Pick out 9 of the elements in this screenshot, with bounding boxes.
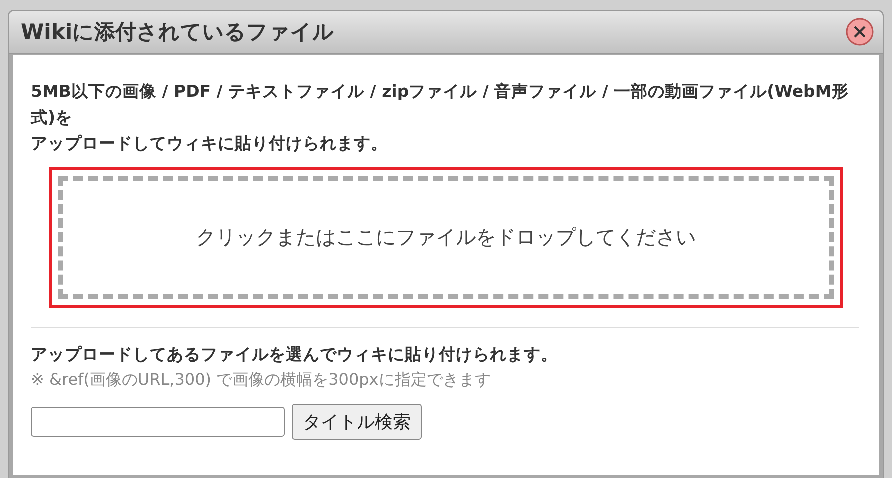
search-field[interactable] — [31, 407, 285, 437]
drop-zone[interactable]: クリックまたはここにファイルをドロップしてください — [49, 167, 843, 308]
intro-text: 5MB以下の画像 / PDF / テキストファイル / zipファイル / 音声ファイル / 一部の動画ファイル(WebM形式)を アップロードしてウィキに貼り付けられます。 — [31, 81, 850, 155]
window-title: Wikiに添付されているファイル — [21, 19, 335, 46]
hint-text: ※ &ref(画像のURL,300) で画像の横幅を300pxに指定できます — [31, 369, 492, 391]
section-heading: アップロードしてあるファイルを選んでウィキに貼り付けられます。 — [31, 344, 559, 366]
close-icon[interactable] — [845, 17, 875, 47]
drop-zone-label: クリックまたはここにファイルをドロップしてください — [196, 224, 696, 251]
title-search-button[interactable]: タイトル検索 — [292, 404, 422, 440]
